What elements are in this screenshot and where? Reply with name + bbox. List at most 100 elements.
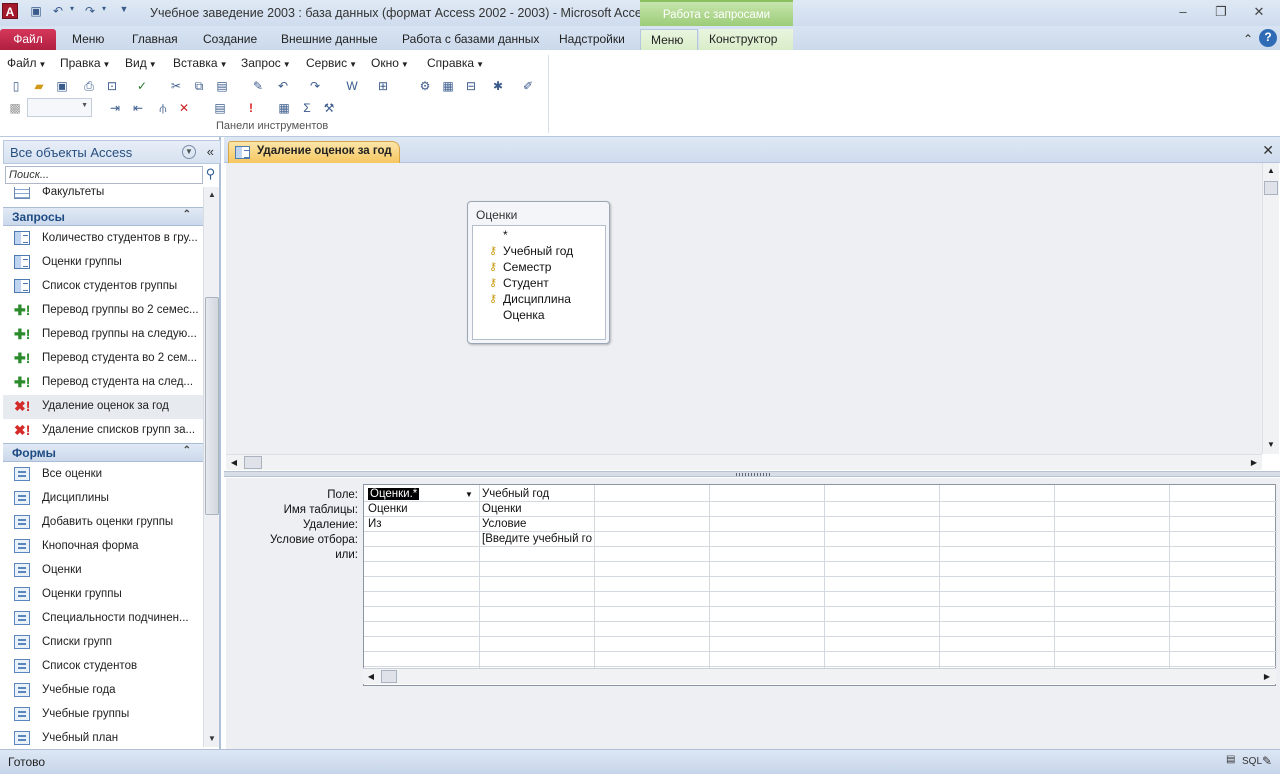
- query-type-icon[interactable]: ▤: [212, 100, 228, 116]
- field-item[interactable]: Дисциплина: [503, 292, 571, 306]
- delete-rows-icon[interactable]: ⇤: [130, 100, 146, 116]
- menu-help[interactable]: Справка ▼: [427, 56, 484, 70]
- totals-icon[interactable]: Σ: [299, 100, 315, 116]
- grid-cell-criteria[interactable]: [Введите учебный го: [482, 533, 594, 545]
- undo-dropdown-icon[interactable]: ▾: [64, 4, 80, 20]
- cut-icon[interactable]: ✂: [168, 78, 184, 94]
- field-item[interactable]: *: [503, 228, 508, 242]
- nav-item-form[interactable]: Списки групп: [3, 631, 203, 655]
- menu-file[interactable]: Файл ▼: [7, 56, 46, 70]
- build-icon[interactable]: ⚒: [321, 100, 337, 116]
- code-icon[interactable]: ⚙: [417, 78, 433, 94]
- format-painter-icon[interactable]: ✎: [250, 78, 266, 94]
- scroll-down-icon[interactable]: ▼: [1263, 437, 1279, 453]
- search-input[interactable]: Поиск...: [5, 166, 203, 184]
- tab-database-tools[interactable]: Работа с базами данных: [392, 29, 549, 50]
- new-object-icon[interactable]: ✱: [490, 78, 506, 94]
- pane-splitter[interactable]: [224, 471, 1280, 477]
- table-pane-hscroll[interactable]: ◀ ▶: [226, 454, 1262, 470]
- nav-item-form[interactable]: Оценки: [3, 559, 203, 583]
- insert-rows-icon[interactable]: ⇥: [107, 100, 123, 116]
- search-icon[interactable]: ⚲: [203, 166, 218, 184]
- grid-cell-table[interactable]: Оценки: [368, 503, 408, 515]
- nav-item-form[interactable]: Оценки группы: [3, 583, 203, 607]
- scroll-down-icon[interactable]: ▼: [204, 731, 220, 747]
- design-view-icon[interactable]: ▤: [1226, 754, 1235, 770]
- collapse-pane-icon[interactable]: «: [207, 144, 214, 159]
- chevron-down-icon[interactable]: ▼: [182, 145, 196, 159]
- collapse-group-icon[interactable]: ⌃: [183, 209, 191, 220]
- scroll-left-icon[interactable]: ◀: [363, 669, 379, 685]
- grid-cell-delete[interactable]: Условие: [482, 518, 526, 530]
- nav-item-table[interactable]: Факультеты: [3, 187, 203, 205]
- copy-icon[interactable]: ⧉: [191, 78, 207, 94]
- nav-item-query[interactable]: ✚! Перевод группы во 2 семес...: [3, 299, 203, 323]
- font-size-combo[interactable]: [27, 98, 92, 117]
- nav-item-form[interactable]: Учебные года: [3, 679, 203, 703]
- scroll-up-icon[interactable]: ▲: [1263, 163, 1279, 179]
- print-icon[interactable]: ⎙: [81, 78, 97, 94]
- nav-item-form[interactable]: Добавить оценки группы: [3, 511, 203, 535]
- menu-query[interactable]: Запрос ▼: [241, 56, 291, 70]
- nav-item-form[interactable]: Все оценки: [3, 463, 203, 487]
- tab-file[interactable]: Файл: [0, 29, 56, 50]
- grid-hscroll[interactable]: ◀ ▶: [363, 668, 1276, 684]
- sql-view-button[interactable]: SQL: [1242, 756, 1262, 772]
- field-item[interactable]: Семестр: [503, 260, 551, 274]
- tab-menu[interactable]: Меню: [640, 29, 698, 50]
- nav-item-query[interactable]: ✚! Перевод группы на следую...: [3, 323, 203, 347]
- menu-edit[interactable]: Правка ▼: [60, 56, 110, 70]
- spelling-icon[interactable]: ✓: [134, 78, 150, 94]
- show-table-icon[interactable]: ▦: [276, 100, 292, 116]
- nav-pane-header[interactable]: Все объекты Access ▼ «: [3, 140, 221, 164]
- scroll-up-icon[interactable]: ▲: [204, 187, 220, 203]
- scroll-left-icon[interactable]: ◀: [226, 455, 242, 471]
- scroll-right-icon[interactable]: ▶: [1246, 455, 1262, 471]
- nav-scrollbar[interactable]: ▲ ▼: [203, 187, 219, 747]
- minimize-ribbon-icon[interactable]: ⌃: [1240, 31, 1256, 47]
- insert-columns-icon[interactable]: ⫛: [155, 100, 171, 116]
- options-icon[interactable]: ✐: [520, 78, 536, 94]
- nav-item-query[interactable]: ✚! Перевод студента на след...: [3, 371, 203, 395]
- nav-group-forms[interactable]: Формы ⌃: [3, 443, 203, 462]
- menu-tools[interactable]: Сервис ▼: [306, 56, 357, 70]
- field-item[interactable]: Оценка: [503, 308, 545, 322]
- redo-icon[interactable]: ↷: [307, 78, 323, 94]
- undo-icon[interactable]: ↶: [275, 78, 291, 94]
- minimize-icon[interactable]: –: [1170, 3, 1196, 21]
- run-icon[interactable]: !: [243, 100, 259, 116]
- nav-item-query[interactable]: Количество студентов в гру...: [3, 227, 203, 251]
- tab-create[interactable]: Создание: [193, 29, 267, 50]
- tab-query-document[interactable]: Удаление оценок за год: [228, 141, 400, 163]
- field-list[interactable]: * ⚷ Учебный год ⚷ Семестр ⚷ Студент ⚷ Ди…: [472, 225, 606, 340]
- tab-addins[interactable]: Надстройки: [549, 29, 635, 50]
- properties-icon[interactable]: ▦: [440, 78, 456, 94]
- grid-cell-field[interactable]: Оценки.*: [368, 488, 420, 500]
- edit-view-icon[interactable]: ✎: [1262, 754, 1272, 770]
- open-icon[interactable]: ▰: [31, 78, 47, 94]
- nav-item-query-selected[interactable]: ✖! Удаление оценок за год: [3, 395, 203, 419]
- tab-external-data[interactable]: Внешние данные: [271, 29, 388, 50]
- customize-qat-icon[interactable]: ▼: [116, 4, 132, 20]
- nav-item-form[interactable]: Учебный план: [3, 727, 203, 747]
- field-list-window[interactable]: Оценки * ⚷ Учебный год ⚷ Семестр ⚷ Студе…: [467, 201, 610, 344]
- nav-item-query[interactable]: ✖! Удаление списков групп за...: [3, 419, 203, 443]
- nav-item-query[interactable]: Оценки группы: [3, 251, 203, 275]
- access-app-icon[interactable]: A: [2, 3, 18, 19]
- print-preview-icon[interactable]: ⊡: [104, 78, 120, 94]
- splitter-grip[interactable]: [736, 473, 770, 476]
- new-icon[interactable]: ▯: [8, 78, 24, 94]
- nav-item-form[interactable]: Список студентов: [3, 655, 203, 679]
- scroll-thumb[interactable]: [244, 456, 262, 469]
- redo-dropdown-icon[interactable]: ▾: [96, 4, 112, 20]
- query-design-grid[interactable]: Оценки.* ▼ Оценки Из Учебный год Оценки …: [363, 484, 1277, 686]
- office-links-icon[interactable]: W: [344, 78, 360, 94]
- grid-cell-delete[interactable]: Из: [368, 518, 382, 530]
- analyze-icon[interactable]: ⊞: [375, 78, 391, 94]
- nav-item-form[interactable]: Дисциплины: [3, 487, 203, 511]
- delete-columns-icon[interactable]: ✕: [176, 100, 192, 116]
- tab-designer[interactable]: Конструктор: [699, 29, 793, 50]
- nav-item-query[interactable]: ✚! Перевод студента во 2 сем...: [3, 347, 203, 371]
- save-icon[interactable]: ▣: [28, 4, 44, 20]
- table-pane-vscroll[interactable]: ▲ ▼: [1262, 163, 1279, 454]
